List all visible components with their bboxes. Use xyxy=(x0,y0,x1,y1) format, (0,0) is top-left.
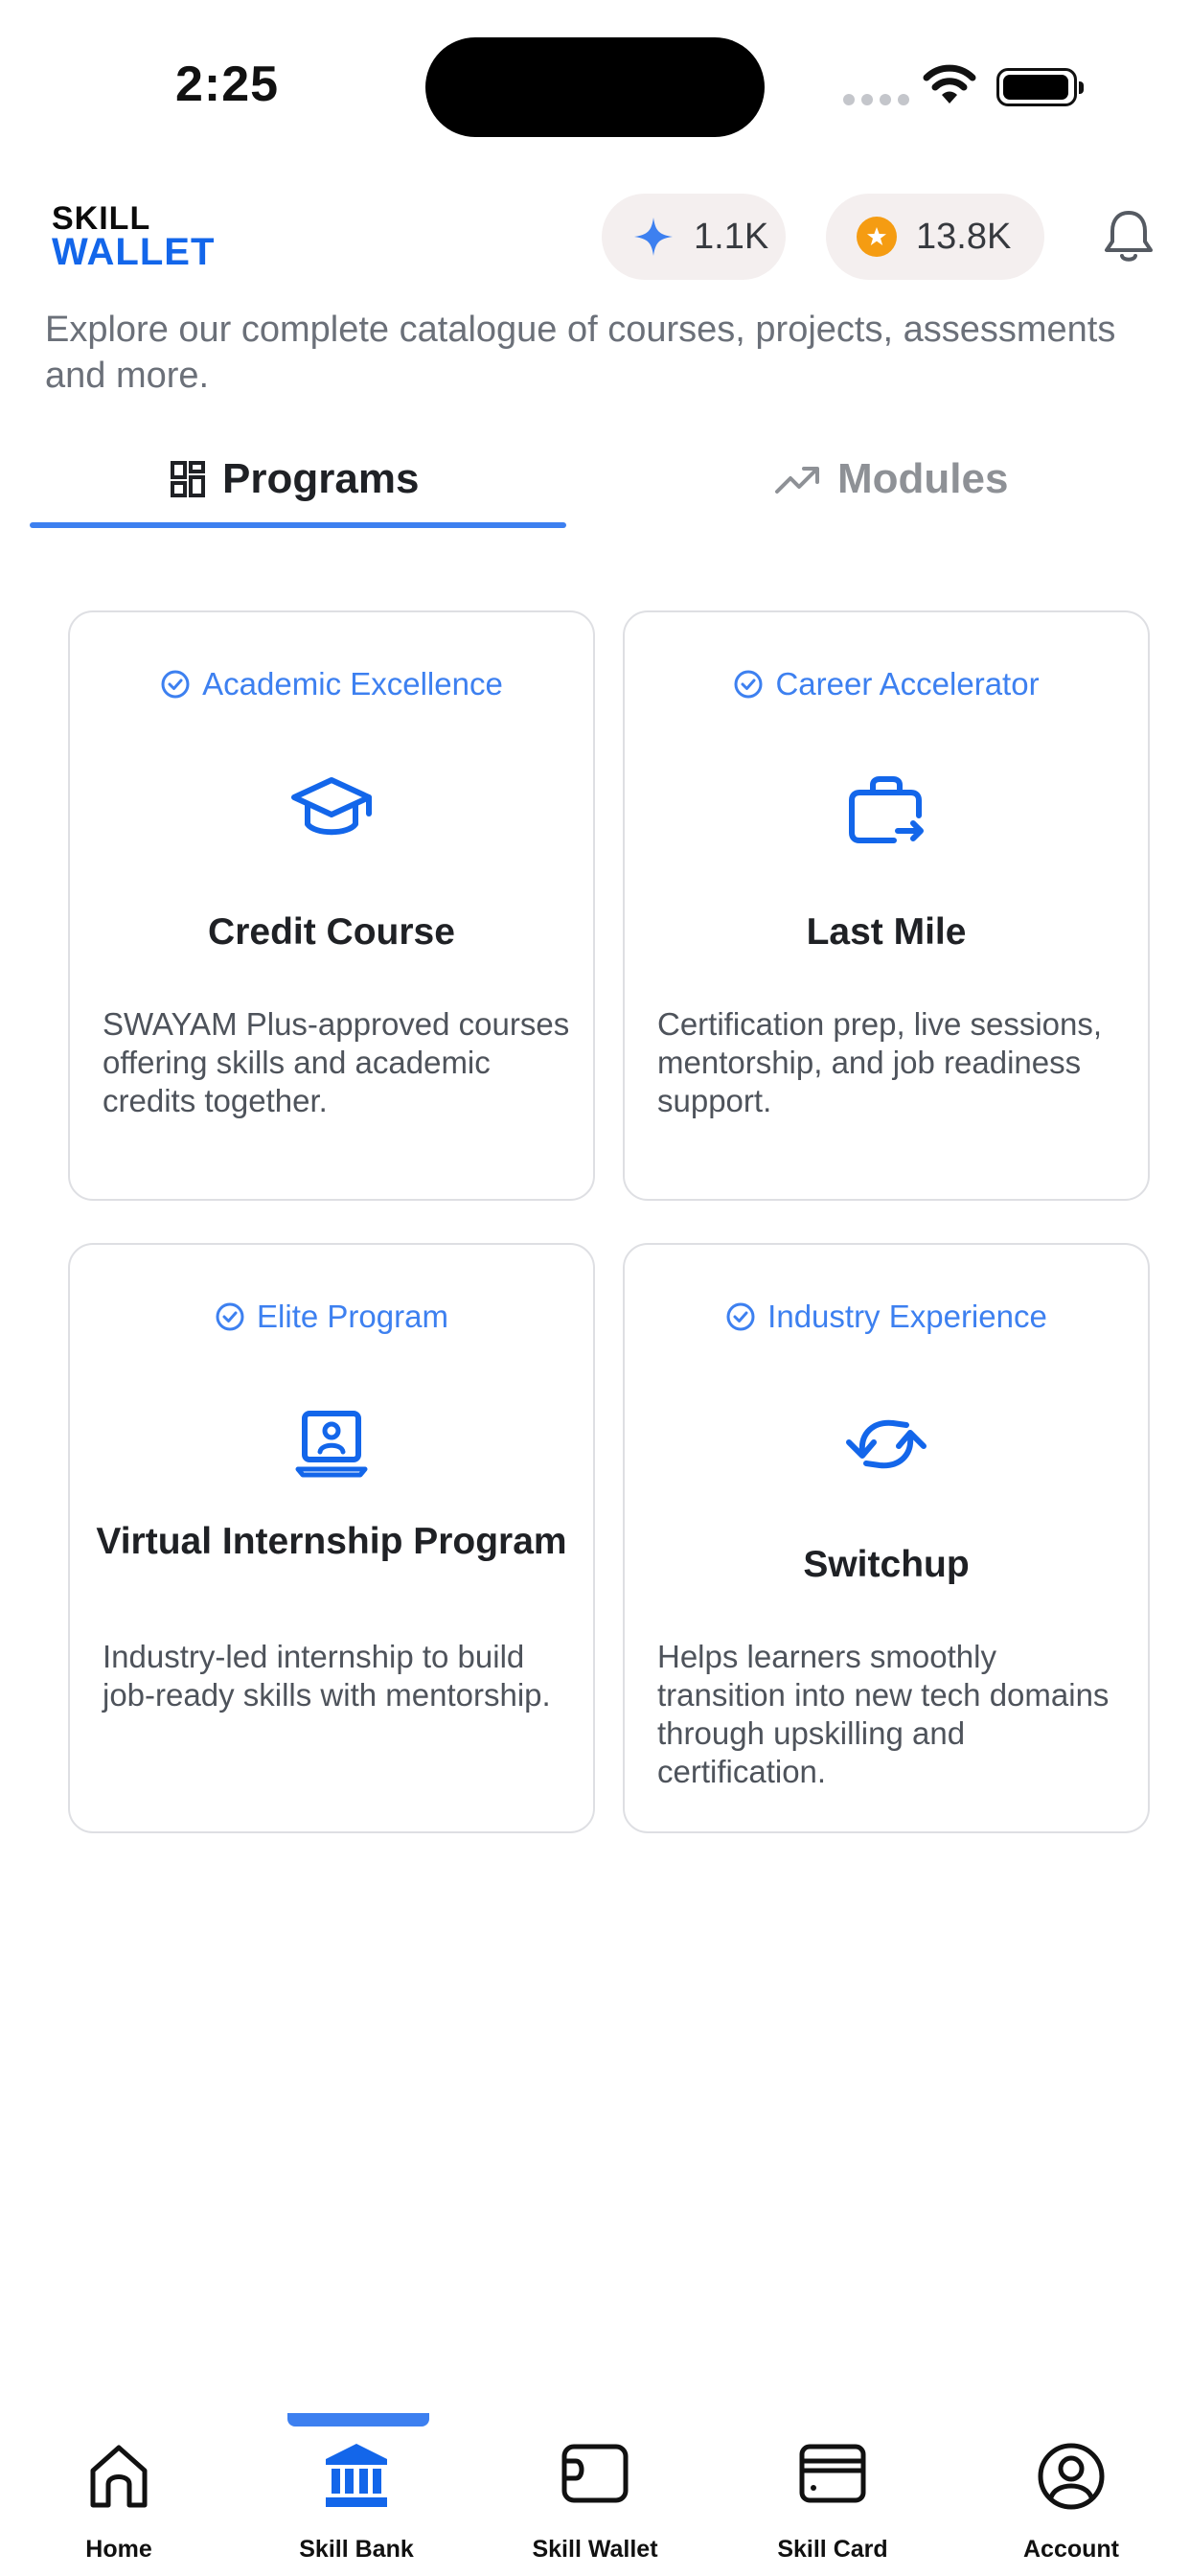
sparkle-count: 1.1K xyxy=(694,216,769,257)
refresh-arrows-icon xyxy=(846,1419,927,1469)
briefcase-arrow-icon xyxy=(849,776,924,843)
tab-programs-label: Programs xyxy=(222,455,420,502)
check-circle-icon xyxy=(216,1302,244,1331)
active-nav-indicator xyxy=(287,2413,429,2426)
page-subtitle: Explore our complete catalogue of course… xyxy=(45,310,1116,396)
bank-icon xyxy=(326,2444,387,2507)
coin-count: 13.8K xyxy=(916,216,1012,257)
wallet-icon xyxy=(561,2444,629,2503)
active-tab-indicator xyxy=(30,522,566,528)
card-title: Virtual Internship Program xyxy=(96,1521,567,1562)
card-description: Industry-led internship to build job-rea… xyxy=(103,1639,551,1713)
program-card-virtual-internship[interactable]: Elite Program Virtual Internship Program… xyxy=(68,1243,595,1833)
card-description: Helps learners smoothly transition into … xyxy=(657,1639,1110,1789)
coins-pill[interactable]: 13.8K xyxy=(826,194,1044,280)
card-tag: Career Accelerator xyxy=(625,666,1148,702)
cellular-signal-icon xyxy=(843,94,909,105)
nav-skill-bank[interactable]: Skill Bank xyxy=(261,2434,452,2563)
card-title: Switchup xyxy=(803,1544,970,1585)
nav-skill-card[interactable]: Skill Card xyxy=(737,2434,928,2563)
grid-icon xyxy=(171,461,205,497)
account-icon xyxy=(1038,2443,1105,2510)
card-tag: Academic Excellence xyxy=(70,666,593,702)
wifi-icon xyxy=(923,64,976,104)
tab-modules-label: Modules xyxy=(837,455,1009,502)
check-circle-icon xyxy=(734,670,763,699)
card-description: Certification prep, live sessions, mento… xyxy=(657,1006,1103,1118)
nav-account[interactable]: Account xyxy=(975,2434,1167,2563)
program-card-switchup[interactable]: Industry Experience Switchup Helps learn… xyxy=(623,1243,1150,1833)
program-card-credit-course[interactable]: Academic Excellence Credit Course SWAYAM… xyxy=(68,610,595,1201)
graduation-cap-icon xyxy=(291,777,372,836)
card-icon xyxy=(799,2444,866,2503)
status-bar: 2:25 xyxy=(0,0,1190,172)
nav-skill-wallet[interactable]: Skill Wallet xyxy=(499,2434,691,2563)
sparkle-icon xyxy=(634,218,673,256)
card-tag: Elite Program xyxy=(70,1299,593,1335)
nav-home[interactable]: Home xyxy=(23,2434,215,2563)
check-circle-icon xyxy=(726,1302,755,1331)
skill-wallet-logo: SKILL WALLET xyxy=(52,200,216,273)
check-circle-icon xyxy=(161,670,190,699)
home-icon xyxy=(90,2445,148,2508)
trending-up-icon xyxy=(775,467,819,494)
card-title: Credit Course xyxy=(208,911,455,953)
tab-modules[interactable]: Modules xyxy=(774,446,1008,513)
card-description: SWAYAM Plus-approved courses offering sk… xyxy=(103,1006,570,1118)
battery-icon xyxy=(996,68,1084,106)
status-time: 2:25 xyxy=(175,57,280,112)
program-card-last-mile[interactable]: Career Accelerator Last Mile Certificati… xyxy=(623,610,1150,1201)
tab-programs[interactable]: Programs xyxy=(171,446,419,513)
card-tag: Industry Experience xyxy=(625,1299,1148,1335)
laptop-user-icon xyxy=(295,1411,368,1478)
dynamic-island xyxy=(425,37,765,137)
card-title: Last Mile xyxy=(806,911,967,953)
sparkle-points-pill[interactable]: 1.1K xyxy=(602,194,786,280)
coin-icon xyxy=(857,217,897,257)
notification-bell-icon[interactable] xyxy=(1100,207,1157,266)
